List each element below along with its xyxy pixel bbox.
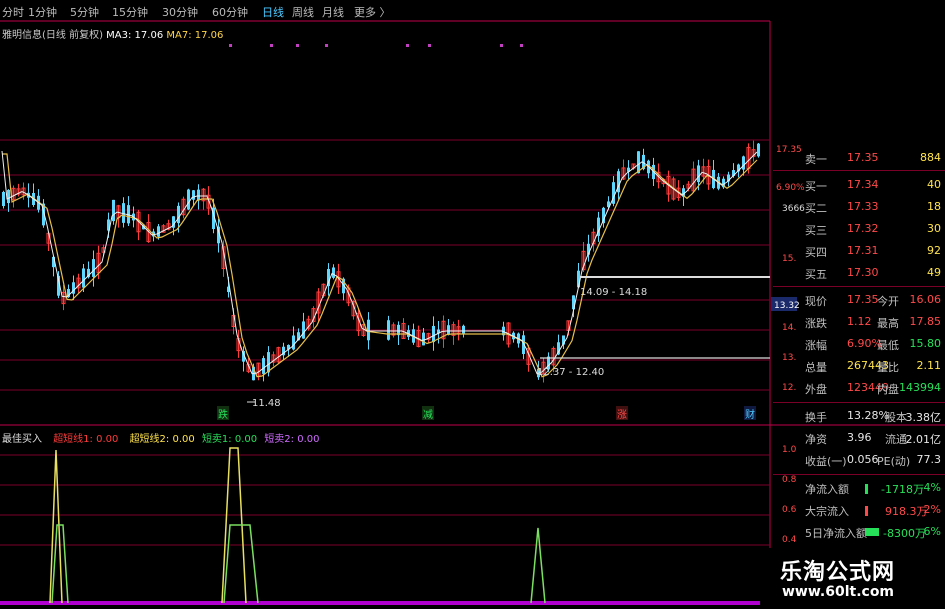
brand-watermark: 乐淘公式网 www.60lt.com [760, 548, 945, 609]
indicator-info: 最佳买入 超短线1: 0.00 超短线2: 0.00 短卖1: 0.00 短卖2… [2, 430, 320, 445]
candle [462, 325, 465, 335]
flow-row: 大宗流入 918.3万 2% [805, 503, 941, 518]
bid-row: 买二 17.33 18 [805, 200, 941, 215]
candle [757, 143, 760, 157]
low-label: 11.48 [252, 398, 281, 409]
stat-row: 总量 267443 量比 2.11 [805, 359, 941, 374]
stat-row: 现价 17.35 今开 16.06 [805, 293, 941, 308]
stat-row: 涨幅 6.90% 最低 15.80 [805, 337, 941, 352]
brand-url: www.60lt.com [782, 584, 895, 600]
flow-row: 净流入额 -1718万 -4% [805, 481, 941, 496]
ma7-value: MA7: 17.06 [166, 30, 224, 41]
signal-green-2 [223, 524, 259, 604]
ma3-value: MA3: 17.06 [106, 30, 164, 41]
candle [2, 191, 5, 207]
ask-row: 卖一 17.35 884 [805, 151, 941, 166]
indicator-field: 短卖2: 0.00 [264, 434, 320, 445]
brand-name: 乐淘公式网 [780, 560, 896, 585]
bid-row: 买一 17.34 40 [805, 178, 941, 193]
candle [112, 199, 115, 222]
ma7-line [2, 153, 758, 378]
candle [697, 165, 700, 183]
range-label-2: 12.37 - 12.40 [537, 367, 604, 378]
signal-green-3 [530, 527, 546, 604]
candle [432, 325, 435, 343]
candle [197, 189, 200, 201]
indicator-title: 最佳买入 [2, 434, 42, 445]
flow-row: 5日净流入额 -8300万 -6% [805, 525, 941, 540]
indicator-field: 短卖1: 0.00 [201, 434, 258, 445]
candle [302, 321, 305, 339]
signal-yellow-1 [49, 449, 63, 604]
chart-info: 雅明信息(日线 前复权) MA3: 17.06 MA7: 17.06 [2, 26, 223, 41]
candle [82, 268, 85, 288]
marker-text: 减 [423, 409, 433, 421]
marker-text: 涨 [617, 409, 627, 421]
candle [742, 156, 745, 170]
range-label-1: 14.09 - 14.18 [580, 287, 647, 298]
stat-row: 涨跌 1.12 最高 17.85 [805, 315, 941, 330]
candle [332, 267, 335, 278]
stat-row: 净资 3.96 流通 2.01亿 [805, 431, 941, 446]
marker-text: 跌 [218, 408, 228, 421]
candle [262, 358, 265, 374]
indicator-field: 超短线2: 0.00 [129, 434, 195, 445]
stat-row: 收益(一) 0.056 PE(动) 77.3 [805, 453, 941, 468]
stock-name: 雅明信息(日线 前复权) [2, 30, 103, 41]
candle [367, 319, 370, 341]
candle [187, 189, 190, 210]
indicator-field: 超短线1: 0.00 [53, 434, 119, 445]
candle [192, 190, 195, 200]
candle [267, 352, 270, 373]
candle [157, 226, 160, 237]
marker-text: 财 [745, 408, 755, 421]
bid-row: 买四 17.31 92 [805, 244, 941, 259]
ma3-line [1, 150, 758, 375]
stat-row: 换手 13.28% 股本 3.38亿 [805, 409, 941, 424]
signal-markers [229, 44, 523, 47]
stat-row: 外盘 123449 内盘 143994 [805, 381, 941, 396]
candle [7, 189, 10, 204]
candle [177, 205, 180, 224]
candle [422, 332, 425, 346]
candle [92, 259, 95, 277]
candle [387, 320, 390, 340]
bid-row: 买五 17.30 49 [805, 266, 941, 281]
bid-row: 买三 17.32 30 [805, 222, 941, 237]
candle [292, 335, 295, 350]
candle [447, 325, 450, 335]
quote-panel: 卖一 17.35 884 买一 17.34 40 买二 17.33 18 买三 17.32… [773, 130, 945, 550]
